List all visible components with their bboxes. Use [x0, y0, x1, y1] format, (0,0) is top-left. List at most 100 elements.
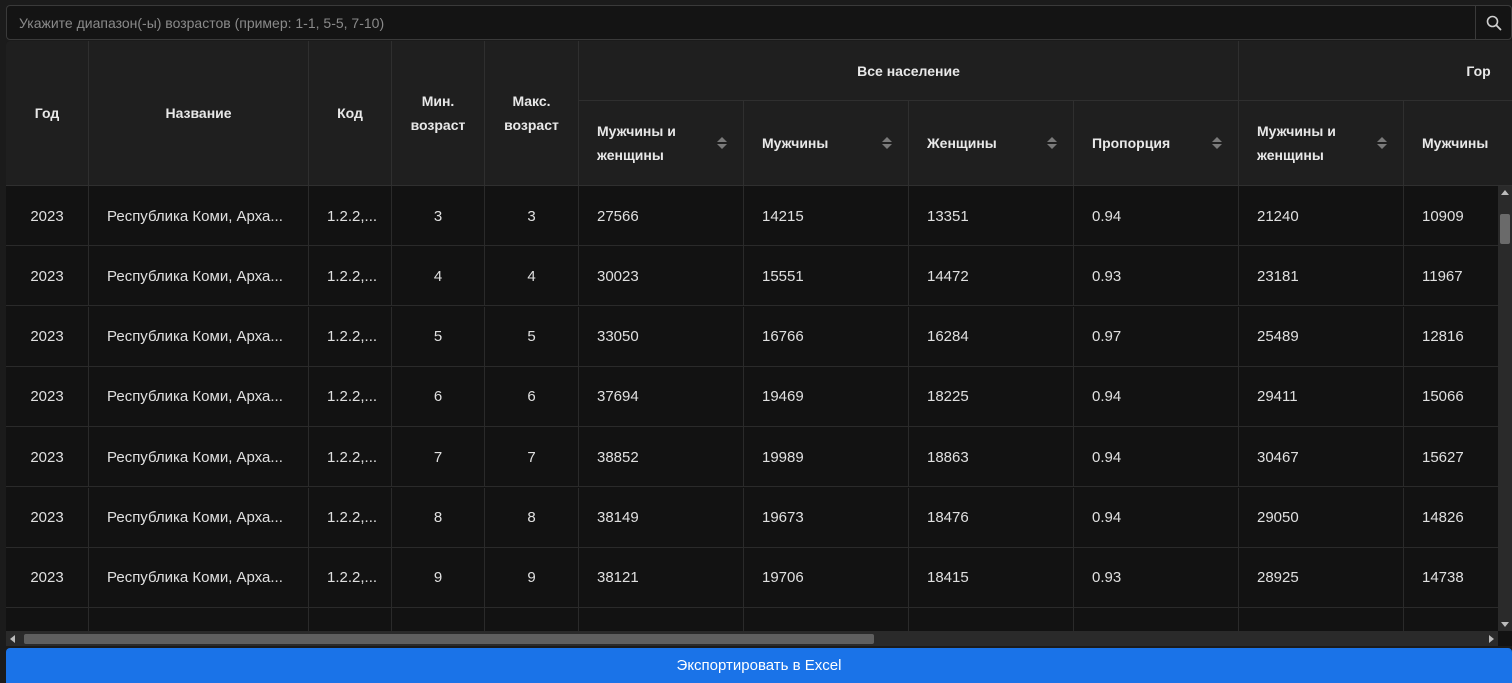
sort-icon[interactable]	[1212, 137, 1222, 149]
cell-year: 2023	[6, 366, 89, 427]
column-header-label: Мин. возраст	[410, 93, 466, 133]
cell-code: 1.2.2,...	[309, 306, 392, 367]
column-header-all-ratio[interactable]: Пропорция	[1074, 101, 1239, 186]
cell-all-men: 19469	[744, 366, 909, 427]
search-button[interactable]	[1475, 6, 1511, 39]
cell-year: 2023	[6, 246, 89, 307]
column-header-label: Код	[337, 105, 363, 121]
sort-icon[interactable]	[1377, 137, 1387, 149]
column-header-all-both[interactable]: Мужчины и женщины	[579, 101, 744, 186]
cell-code: 1.2.2,...	[309, 186, 392, 246]
cell-code: 1.2.2,...	[309, 427, 392, 488]
cell-urban-men: 14738	[1404, 548, 1512, 608]
cell-all-both: 38149	[579, 487, 744, 548]
cell-max-age: 6	[485, 366, 579, 427]
table-row[interactable]: 2023 Республика Коми, Арха... 1.2.2,... 7 7 3…	[6, 427, 1512, 488]
column-header-min-age[interactable]: Мин. возраст	[392, 41, 485, 186]
column-header-label: Пропорция	[1092, 135, 1171, 151]
cell-ratio: 0.94	[1074, 487, 1239, 548]
cell-all-women: 14472	[909, 246, 1074, 307]
column-header-name[interactable]: Название	[89, 41, 309, 186]
cell-min-age: 7	[392, 427, 485, 488]
cell-all-men: 19989	[744, 427, 909, 488]
cell-name: Республика Коми, Арха...	[89, 547, 309, 608]
cell-year: 2023	[6, 547, 89, 608]
horizontal-scrollbar[interactable]	[6, 631, 1498, 646]
cell-urban-both: 28925	[1239, 547, 1404, 608]
column-header-all-men[interactable]: Мужчины	[744, 101, 909, 186]
cell-all-men: 19673	[744, 487, 909, 548]
cell-max-age: 4	[485, 246, 579, 307]
table-row[interactable]: 2023 Республика Коми, Арха... 1.2.2,... 5 5 3…	[6, 306, 1512, 367]
table-row[interactable]: 2023 Республика Коми, Арха... 1.2.2,... 6 6 3…	[6, 366, 1512, 427]
cell-min-age: 4	[392, 246, 485, 307]
cell-min-age: 5	[392, 306, 485, 367]
cell-all-both: 38852	[579, 427, 744, 488]
cell-code: 1.2.2,...	[309, 547, 392, 608]
group-header-all-population: Все население	[579, 41, 1239, 101]
cell-name: Республика Коми, Арха...	[89, 246, 309, 307]
table-row[interactable]: 2023 Республика Коми, Арха... 1.2.2,... 3 3 2…	[6, 186, 1512, 246]
cell-urban-men: 14826	[1404, 488, 1512, 548]
cell-ratio: 0.93	[1074, 547, 1239, 608]
column-header-label: Макс. возраст	[504, 93, 559, 133]
table-row[interactable]: 2023 Республика Коми, Арха... 1.2.2,... 4 4 3…	[6, 246, 1512, 307]
group-header-label: Все население	[857, 62, 960, 79]
cell-ratio: 0.94	[1074, 427, 1239, 488]
column-header-label: Мужчины и женщины	[597, 123, 676, 163]
scroll-up-icon[interactable]	[1501, 190, 1509, 195]
cell-min-age: 9	[392, 547, 485, 608]
column-header-label: Название	[165, 105, 232, 121]
vertical-scrollbar[interactable]	[1498, 186, 1512, 631]
scroll-down-icon[interactable]	[1501, 622, 1509, 627]
cell-urban-both: 30467	[1239, 427, 1404, 488]
cell-code: 1.2.2,...	[309, 487, 392, 548]
scroll-left-icon[interactable]	[10, 635, 15, 643]
cell-urban-both: 29411	[1239, 366, 1404, 427]
cell-all-both: 38121	[579, 547, 744, 608]
cell-urban-both: 23181	[1239, 246, 1404, 307]
group-header-urban: Гор	[1239, 41, 1512, 101]
sort-icon[interactable]	[717, 137, 727, 149]
cell-all-both: 33050	[579, 306, 744, 367]
cell-all-women: 18225	[909, 366, 1074, 427]
horizontal-scroll-thumb[interactable]	[24, 634, 874, 644]
column-header-urban-men[interactable]: Мужчины	[1404, 101, 1512, 186]
cell-name: Республика Коми, Арха...	[89, 427, 309, 488]
export-excel-button[interactable]: Экспортировать в Excel	[6, 648, 1512, 683]
vertical-scroll-thumb[interactable]	[1500, 214, 1510, 244]
cell-name: Республика Коми, Арха...	[89, 186, 309, 246]
column-header-all-women[interactable]: Женщины	[909, 101, 1074, 186]
table-row[interactable]: 2023 Республика Коми, Арха... 1.2.2,... 9 9 3…	[6, 547, 1512, 608]
cell-all-women: 18476	[909, 487, 1074, 548]
cell-year: 2023	[6, 487, 89, 548]
cell-all-both: 37694	[579, 366, 744, 427]
search-bar	[6, 5, 1512, 40]
column-header-label: Мужчины	[1422, 135, 1489, 151]
cell-min-age: 6	[392, 366, 485, 427]
table-header: Год Название Код Мин. возраст Макс. возр…	[6, 41, 1512, 186]
cell-urban-men: 15066	[1404, 367, 1512, 427]
cell-ratio: 0.94	[1074, 366, 1239, 427]
table-row[interactable]: 2023 Республика Коми, Арха... 1.2.2,... 8 8 3…	[6, 487, 1512, 548]
age-range-search-input[interactable]	[7, 6, 1475, 39]
cell-min-age: 8	[392, 487, 485, 548]
group-header-label: Гор	[1466, 62, 1491, 79]
column-header-urban-both[interactable]: Мужчины и женщины	[1239, 101, 1404, 186]
column-header-max-age[interactable]: Макс. возраст	[485, 41, 579, 186]
scroll-right-icon[interactable]	[1489, 635, 1494, 643]
sort-icon[interactable]	[1047, 137, 1057, 149]
column-header-label: Мужчины и женщины	[1257, 123, 1336, 163]
cell-urban-both: 21240	[1239, 186, 1404, 246]
column-header-label: Женщины	[927, 135, 997, 151]
cell-min-age: 3	[392, 186, 485, 246]
cell-ratio: 0.93	[1074, 246, 1239, 307]
column-header-code[interactable]: Код	[309, 41, 392, 186]
cell-year: 2023	[6, 186, 89, 246]
cell-urban-men: 11967	[1404, 246, 1512, 306]
sort-icon[interactable]	[882, 137, 892, 149]
data-table: Год Название Код Мин. возраст Макс. возр…	[6, 41, 1512, 646]
cell-all-men: 19706	[744, 547, 909, 608]
cell-name: Республика Коми, Арха...	[89, 366, 309, 427]
column-header-year[interactable]: Год	[6, 41, 89, 186]
